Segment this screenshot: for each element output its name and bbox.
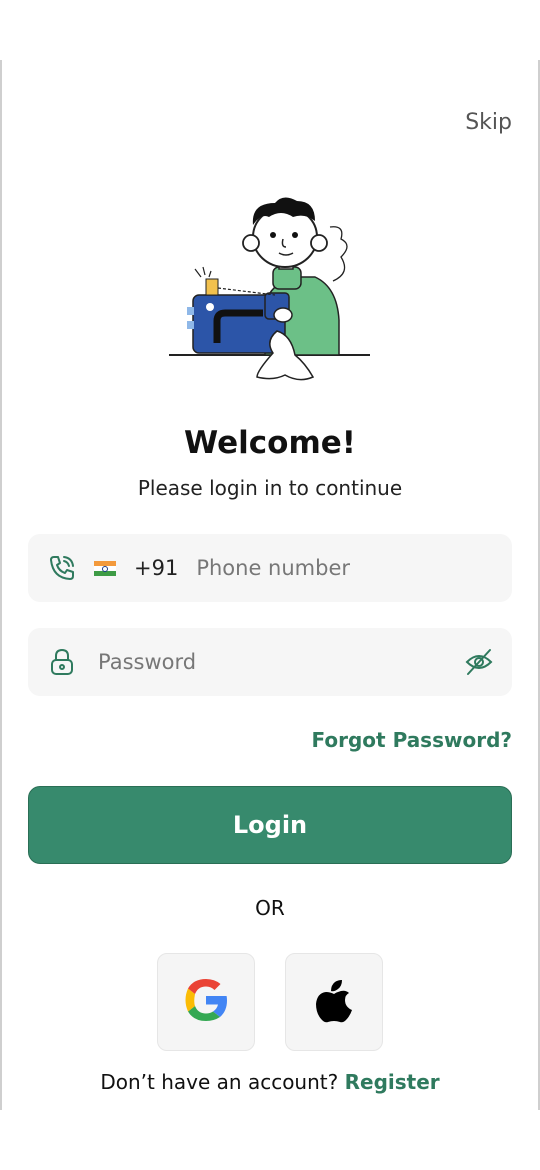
- india-flag-icon: [94, 560, 116, 576]
- skip-button[interactable]: Skip: [465, 110, 512, 135]
- welcome-subtitle: Please login in to continue: [137, 476, 403, 500]
- register-link[interactable]: Register: [345, 1070, 440, 1094]
- apple-login-button[interactable]: [285, 953, 383, 1051]
- tailor-illustration: [165, 195, 375, 390]
- google-login-button[interactable]: [157, 953, 255, 1051]
- country-code: +91: [134, 556, 179, 580]
- eye-off-icon[interactable]: [462, 645, 496, 679]
- password-input[interactable]: [98, 650, 438, 674]
- register-prompt-text: Don’t have an account?: [100, 1070, 339, 1094]
- apple-icon: [312, 976, 356, 1028]
- login-button[interactable]: Login: [28, 786, 512, 864]
- google-icon: [181, 975, 231, 1029]
- lock-icon: [46, 646, 78, 678]
- phone-call-icon: [46, 552, 78, 584]
- phone-input[interactable]: [196, 556, 497, 580]
- phone-field[interactable]: +91: [28, 534, 512, 602]
- register-prompt: Don’t have an account? Register: [0, 1070, 540, 1094]
- forgot-password-link[interactable]: Forgot Password?: [312, 728, 512, 752]
- welcome-title: Welcome!: [184, 425, 356, 461]
- or-divider: OR: [255, 896, 285, 920]
- password-field[interactable]: [28, 628, 512, 696]
